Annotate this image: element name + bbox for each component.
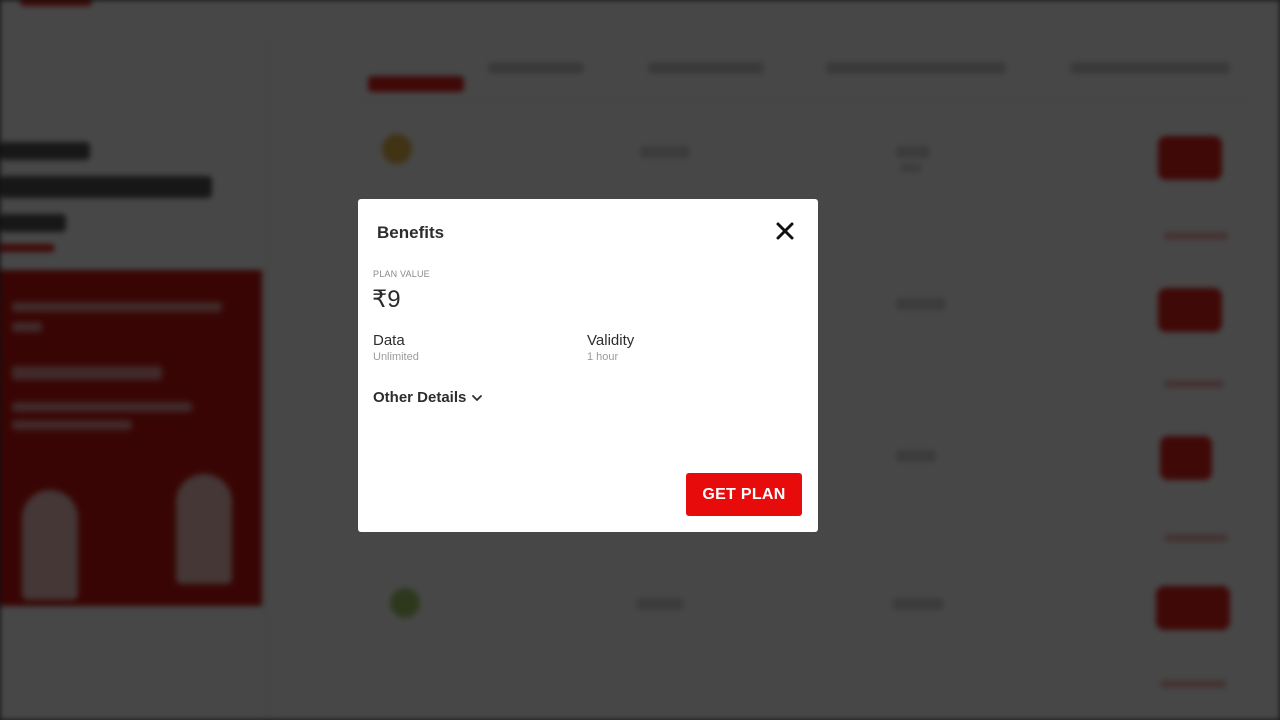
other-details-label: Other Details <box>373 389 467 406</box>
get-plan-button[interactable]: GET PLAN <box>686 473 802 516</box>
benefits-modal: Benefits PLAN VALUE ₹9 Data Unlimited Va… <box>358 199 818 532</box>
other-details-toggle[interactable]: Other Details <box>373 389 484 406</box>
chevron-down-icon <box>472 394 483 401</box>
data-value: Unlimited <box>373 351 419 363</box>
close-button[interactable] <box>772 218 798 244</box>
close-icon <box>776 222 794 240</box>
data-label: Data <box>373 332 405 349</box>
modal-title: Benefits <box>377 223 445 242</box>
validity-value: 1 hour <box>587 351 619 363</box>
validity-label: Validity <box>587 332 635 349</box>
plan-value: ₹9 <box>372 286 401 313</box>
plan-value-label: PLAN VALUE <box>373 269 430 279</box>
